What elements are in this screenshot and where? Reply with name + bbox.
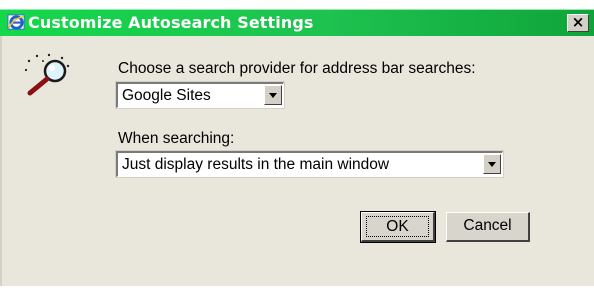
provider-label: Choose a search provider for address bar…: [118, 60, 476, 77]
internet-explorer-icon: [7, 14, 25, 30]
magnifying-glass-sparkle-icon: [24, 53, 70, 96]
window-title: Customize Autosearch Settings: [28, 13, 314, 32]
search-provider-value: Google Sites: [122, 87, 211, 104]
when-searching-dropdown[interactable]: Just display results in the main window: [115, 150, 504, 178]
chevron-down-icon[interactable]: [264, 85, 282, 105]
dialog-bottom-edge: [0, 286, 594, 291]
close-button[interactable]: ×: [567, 14, 589, 32]
ok-button[interactable]: OK: [360, 211, 436, 243]
cancel-button[interactable]: Cancel: [446, 212, 530, 242]
title-bar[interactable]: Customize Autosearch Settings ×: [0, 9, 594, 36]
ok-button-label: OK: [366, 216, 429, 237]
when-searching-label: When searching:: [118, 130, 235, 147]
chevron-down-icon[interactable]: [483, 154, 501, 174]
search-provider-dropdown[interactable]: Google Sites: [115, 81, 285, 109]
when-searching-value: Just display results in the main window: [122, 156, 390, 173]
